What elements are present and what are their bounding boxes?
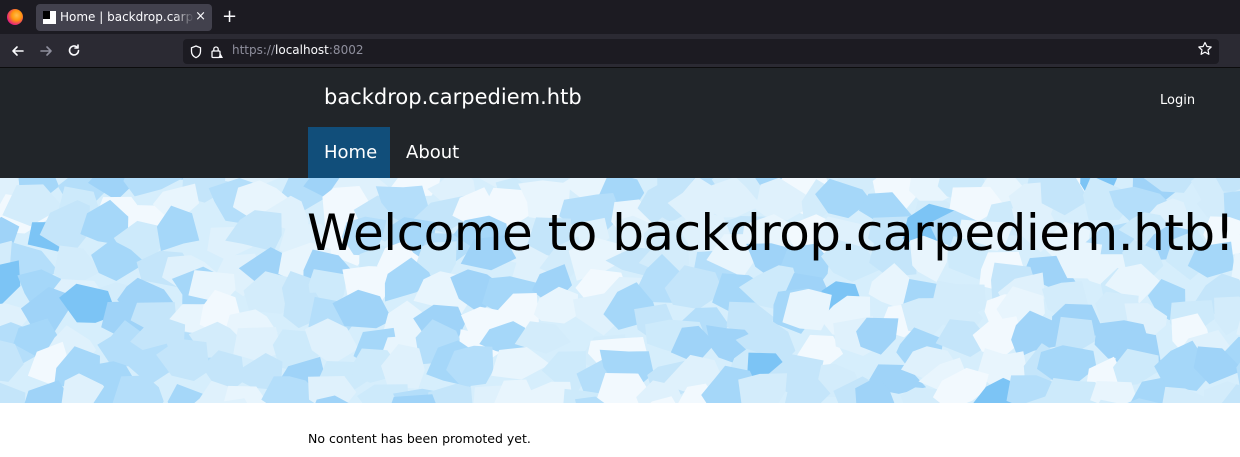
site-name-link[interactable]: backdrop.carpediem.htb xyxy=(324,85,582,109)
new-tab-button[interactable]: + xyxy=(222,7,237,27)
hero-title: Welcome to backdrop.carpediem.htb! xyxy=(307,204,1235,262)
menu-item-home[interactable]: Home xyxy=(308,127,390,178)
back-arrow-icon[interactable] xyxy=(8,41,28,61)
menu-item-about-label: About xyxy=(406,142,460,163)
menu-item-home-label: Home xyxy=(324,142,378,163)
reload-icon[interactable] xyxy=(64,41,84,61)
menu-item-about[interactable]: About xyxy=(390,127,472,178)
url-text[interactable]: https://localhost:8002 xyxy=(232,43,363,57)
firefox-logo-icon[interactable] xyxy=(7,9,23,25)
url-port: :8002 xyxy=(328,43,364,57)
mosaic-tile xyxy=(0,260,21,306)
browser-tab[interactable]: Home | backdrop.carpediem.htb × xyxy=(36,4,212,31)
lock-icon[interactable] xyxy=(210,44,224,59)
bookmark-star-icon[interactable] xyxy=(1197,41,1213,61)
close-tab-icon[interactable]: × xyxy=(195,9,206,25)
tab-title: Home | backdrop.carpediem.htb xyxy=(60,10,194,24)
url-host: localhost xyxy=(275,43,329,57)
browser-tab-bar: Home | backdrop.carpediem.htb × + xyxy=(0,0,1240,34)
site-favicon-icon xyxy=(43,11,56,24)
mosaic-tile xyxy=(1214,296,1240,336)
promoted-content-message: No content has been promoted yet. xyxy=(308,431,531,446)
hero-banner: Welcome to backdrop.carpediem.htb! xyxy=(0,178,1240,403)
shield-icon[interactable] xyxy=(190,44,202,59)
login-link[interactable]: Login xyxy=(1160,93,1195,108)
forward-arrow-icon[interactable] xyxy=(36,41,56,61)
site-header xyxy=(0,68,1240,178)
mosaic-tile xyxy=(1090,381,1139,403)
url-prefix: https:// xyxy=(232,43,276,57)
mosaic-tile xyxy=(0,382,26,403)
